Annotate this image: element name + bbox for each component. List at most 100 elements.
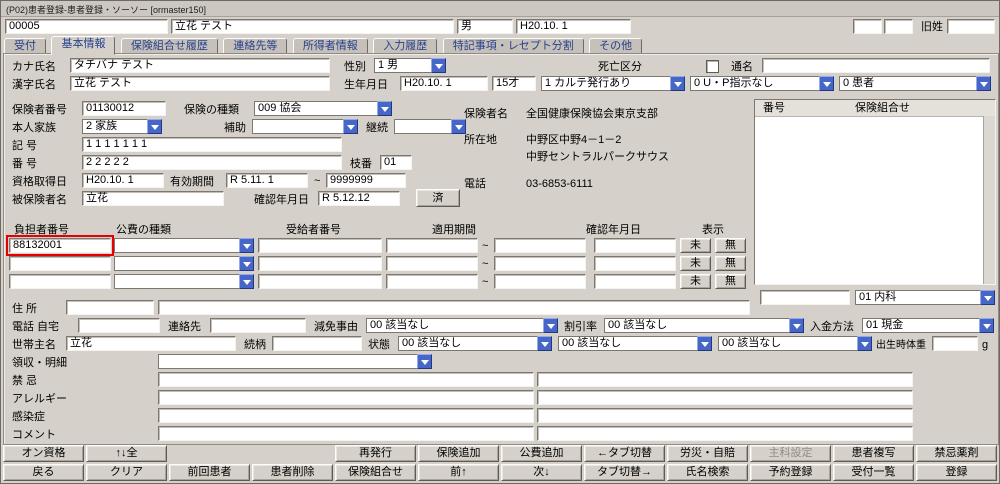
mi-button[interactable]: 未 <box>680 238 711 253</box>
on-shikaku-button[interactable]: オン資格 <box>3 445 84 462</box>
patient-copy-button[interactable]: 患者複写 <box>833 445 914 462</box>
period-from-input[interactable] <box>386 256 478 271</box>
alias-input[interactable] <box>762 58 990 73</box>
misc-field-1[interactable] <box>853 19 882 34</box>
reception-list-button[interactable]: 受付一覧 <box>833 464 914 481</box>
jukyusha-number-input[interactable] <box>258 238 382 253</box>
infection-input-2[interactable] <box>537 408 913 423</box>
acquisition-date-input[interactable]: H20.10. 1 <box>82 173 164 188</box>
mi-button[interactable]: 未 <box>680 274 711 289</box>
postal-code-input[interactable] <box>66 300 154 315</box>
karte-issue-select[interactable]: 1 カルテ発行あり <box>541 76 685 91</box>
kohi-type-select[interactable] <box>114 256 254 271</box>
genmen-select[interactable]: 00 該当なし <box>366 318 558 333</box>
patient-name-field[interactable]: 立花 テスト <box>171 19 454 34</box>
futansha-number-input[interactable]: 88132001 <box>9 238 111 253</box>
period-to-input[interactable] <box>494 256 586 271</box>
dropdown-arrow-icon[interactable] <box>976 76 991 91</box>
kinki-input-2[interactable] <box>537 372 913 387</box>
dropdown-arrow-icon[interactable] <box>451 119 466 134</box>
home-tel-input[interactable] <box>78 318 160 333</box>
insurance-combination-button[interactable]: 保険組合せ <box>335 464 416 481</box>
dropdown-arrow-icon[interactable] <box>789 318 804 333</box>
discount-select[interactable]: 00 該当なし <box>604 318 804 333</box>
payment-method-select[interactable]: 01 現金 <box>862 318 994 333</box>
contact-input[interactable] <box>210 318 306 333</box>
period-from-input[interactable] <box>386 238 478 253</box>
dropdown-arrow-icon[interactable] <box>979 318 994 333</box>
next-button[interactable]: 次↓ <box>501 464 582 481</box>
dropdown-arrow-icon[interactable] <box>543 318 558 333</box>
list-scrollbar[interactable] <box>983 116 995 284</box>
birthdate-input[interactable]: H20.10. 1 <box>400 76 488 91</box>
dropdown-arrow-icon[interactable] <box>417 354 432 369</box>
infection-input-1[interactable] <box>158 408 534 423</box>
mu-button[interactable]: 無 <box>715 238 746 253</box>
dropdown-arrow-icon[interactable] <box>377 101 392 116</box>
dropdown-arrow-icon[interactable] <box>697 336 712 351</box>
insurance-combination-list[interactable]: 番号 保険組合せ <box>754 99 996 285</box>
kanji-name-input[interactable]: 立花 テスト <box>70 76 330 91</box>
patient-id-field[interactable]: 00005 <box>5 19 168 34</box>
confirm-date-input[interactable]: R 5.12.12 <box>318 191 400 206</box>
householder-input[interactable]: 立花 <box>66 336 236 351</box>
dropdown-arrow-icon[interactable] <box>670 76 685 91</box>
relation-input[interactable] <box>272 336 362 351</box>
back-button[interactable]: 戻る <box>3 464 84 481</box>
dept-code-input[interactable] <box>760 290 850 305</box>
kana-name-input[interactable]: タチバナ テスト <box>70 58 330 73</box>
kohi-confirm-input[interactable] <box>594 256 676 271</box>
valid-to-input[interactable]: 9999999 <box>326 173 406 188</box>
dropdown-arrow-icon[interactable] <box>343 119 358 134</box>
tab-switch-left-button[interactable]: ←タブ切替 <box>584 445 665 462</box>
futansha-number-input[interactable] <box>9 274 111 289</box>
mu-button[interactable]: 無 <box>715 274 746 289</box>
mi-button[interactable]: 未 <box>680 256 711 271</box>
dropdown-arrow-icon[interactable] <box>980 290 995 305</box>
tab-switch-right-button[interactable]: タブ切替→ <box>584 464 665 481</box>
state-select-2[interactable]: 00 該当なし <box>558 336 712 351</box>
old-name-field[interactable] <box>947 19 995 34</box>
dropdown-arrow-icon[interactable] <box>147 119 162 134</box>
dropdown-arrow-icon[interactable] <box>537 336 552 351</box>
up-instruction-select[interactable]: 0 U・P指示なし <box>690 76 834 91</box>
patient-type-select[interactable]: 0 患者 <box>839 76 991 91</box>
department-select[interactable]: 01 内科 <box>855 290 995 305</box>
mu-button[interactable]: 無 <box>715 256 746 271</box>
kohi-add-button[interactable]: 公費追加 <box>501 445 582 462</box>
insured-name-input[interactable]: 立花 <box>82 191 224 206</box>
dropdown-arrow-icon[interactable] <box>857 336 872 351</box>
name-search-button[interactable]: 氏名検索 <box>667 464 748 481</box>
reservation-button[interactable]: 予約登録 <box>750 464 831 481</box>
state-select-3[interactable]: 00 該当なし <box>718 336 872 351</box>
jukyusha-number-input[interactable] <box>258 274 382 289</box>
honnin-kazoku-select[interactable]: 2 家族 <box>82 119 162 134</box>
period-to-input[interactable] <box>494 238 586 253</box>
kohi-confirm-input[interactable] <box>594 238 676 253</box>
dropdown-arrow-icon[interactable] <box>819 76 834 91</box>
misc-field-2[interactable] <box>884 19 913 34</box>
dropdown-arrow-icon[interactable] <box>239 238 254 253</box>
clear-button[interactable]: クリア <box>86 464 167 481</box>
jukyusha-number-input[interactable] <box>258 256 382 271</box>
tab-kihon-joho[interactable]: 基本情報 <box>51 36 115 55</box>
allergy-input-2[interactable] <box>537 390 913 405</box>
futansha-number-input[interactable] <box>9 256 111 271</box>
keizoku-select[interactable] <box>394 119 466 134</box>
dropdown-arrow-icon[interactable] <box>431 58 446 73</box>
insurer-number-input[interactable]: 01130012 <box>82 101 166 116</box>
kinki-yakuzai-button[interactable]: 禁忌薬剤 <box>916 445 997 462</box>
address-input[interactable] <box>158 300 750 315</box>
kinki-input-1[interactable] <box>158 372 534 387</box>
comment-input-2[interactable] <box>537 426 913 441</box>
insurance-add-button[interactable]: 保険追加 <box>418 445 499 462</box>
comment-input-1[interactable] <box>158 426 534 441</box>
prev-button[interactable]: 前↑ <box>418 464 499 481</box>
kohi-confirm-input[interactable] <box>594 274 676 289</box>
kohi-type-select[interactable] <box>114 238 254 253</box>
rosai-jibai-button[interactable]: 労災・自賠 <box>667 445 748 462</box>
kigo-input[interactable]: 1 1 1 1 1 1 1 <box>82 137 342 152</box>
sex-select[interactable]: 1 男 <box>374 58 446 73</box>
death-checkbox[interactable] <box>706 60 719 73</box>
edaban-input[interactable]: 01 <box>380 155 412 170</box>
